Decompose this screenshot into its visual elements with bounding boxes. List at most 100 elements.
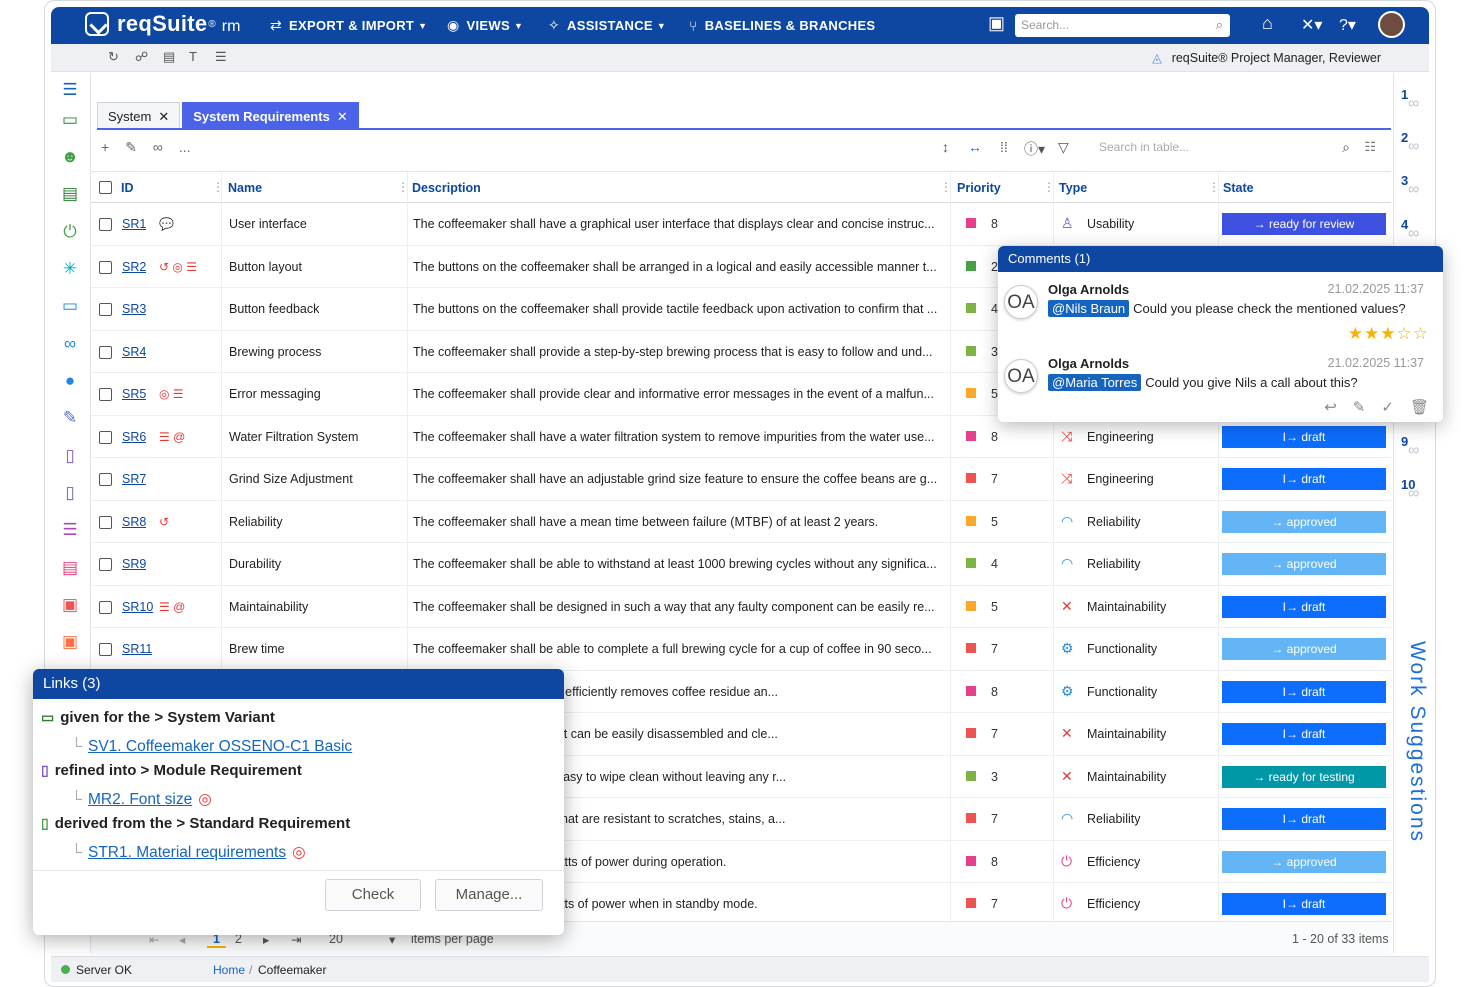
close-icon[interactable]: ✕ bbox=[337, 109, 348, 124]
column-menu-icon[interactable]: ⋮ bbox=[212, 180, 224, 194]
requirement-id-link[interactable]: SR1 bbox=[122, 217, 146, 231]
row-checkbox[interactable] bbox=[99, 430, 112, 444]
reply-icon[interactable]: ↩ bbox=[1324, 398, 1337, 416]
tab-system[interactable]: System ✕ bbox=[97, 102, 181, 129]
home-icon[interactable]: ⌂ bbox=[1262, 13, 1273, 34]
edit-icon[interactable]: ✎ bbox=[1353, 398, 1366, 416]
chat-icon[interactable]: ● bbox=[59, 370, 81, 392]
vertical-resize-icon[interactable]: ↕ bbox=[942, 139, 949, 155]
search-document-icon[interactable]: ▣ bbox=[59, 594, 81, 616]
mention-tag[interactable]: @Maria Torres bbox=[1048, 374, 1142, 391]
add-icon[interactable]: + bbox=[101, 139, 109, 156]
table-row[interactable]: SR11 Brew time The coffeemaker shall be ab… bbox=[91, 628, 1391, 671]
text-icon[interactable]: T bbox=[189, 49, 197, 64]
row-checkbox[interactable] bbox=[99, 473, 112, 486]
linked-item[interactable]: └ SV1. Coffeemaker OSSENO-C1 Basic bbox=[71, 738, 352, 756]
requirement-id-link[interactable]: SR7 bbox=[122, 472, 146, 486]
linked-item[interactable]: └ STR1. Material requirements ◎ bbox=[71, 843, 306, 862]
state-badge[interactable]: → approved bbox=[1222, 850, 1386, 873]
table-row[interactable]: SR8 ↺ Reliability The coffeemaker shall hav… bbox=[91, 501, 1391, 543]
state-badge[interactable]: → ready for testing bbox=[1222, 765, 1386, 788]
check-button[interactable]: Check bbox=[325, 879, 421, 911]
row-checkbox[interactable] bbox=[99, 515, 112, 529]
state-badge[interactable]: I→ draft bbox=[1222, 468, 1386, 490]
row-status-icons[interactable]: ↺ bbox=[159, 515, 169, 529]
database-icon[interactable]: ☰ bbox=[215, 49, 227, 65]
requirement-id-link[interactable]: SR4 bbox=[122, 345, 146, 359]
briefcase-icon[interactable]: ▣ bbox=[988, 13, 1005, 34]
columns-icon[interactable]: ⁞⁞ bbox=[1000, 139, 1008, 155]
file-shield-icon[interactable]: ▯ bbox=[59, 482, 81, 504]
linked-item-label[interactable]: SV1. Coffeemaker OSSENO-C1 Basic bbox=[88, 738, 352, 755]
row-status-icons[interactable]: ↺ ◎ ☰ bbox=[159, 260, 197, 274]
row-status-icons[interactable]: ☰ @ bbox=[159, 430, 185, 444]
row-checkbox[interactable] bbox=[99, 643, 112, 656]
state-badge[interactable]: I→ draft bbox=[1222, 893, 1386, 915]
row-checkbox[interactable] bbox=[99, 260, 112, 274]
checklist-icon[interactable]: ☰ bbox=[59, 519, 81, 541]
table-row[interactable]: SR9 Durability The coffeemaker shall be ab… bbox=[91, 543, 1391, 586]
brand-logo-area[interactable]: reqSuite ® rm bbox=[85, 11, 240, 37]
state-badge[interactable]: → ready for review bbox=[1222, 213, 1386, 235]
help-icon[interactable]: ?▾ bbox=[1339, 15, 1356, 35]
linked-item[interactable]: └ MR2. Font size ◎ bbox=[71, 790, 212, 809]
more-actions-button[interactable]: ... bbox=[179, 139, 191, 156]
state-badge[interactable]: → approved bbox=[1222, 510, 1386, 533]
settings-sliders-icon[interactable]: ☷ bbox=[1364, 139, 1376, 155]
requirement-id-link[interactable]: SR2 bbox=[122, 260, 146, 274]
table-search-input[interactable]: Search in table... ⌕ ☷ bbox=[1095, 136, 1380, 160]
manage-button[interactable]: Manage... bbox=[435, 879, 543, 911]
column-header-id[interactable]: ID bbox=[121, 181, 134, 195]
users-icon[interactable]: ☻ bbox=[59, 146, 81, 168]
row-status-icons[interactable]: ☰ @ bbox=[159, 600, 185, 614]
requirement-id-link[interactable]: SR10 bbox=[122, 600, 153, 614]
requirement-id-link[interactable]: SR6 bbox=[122, 430, 146, 444]
tab-system-requirements[interactable]: System Requirements ✕ bbox=[182, 102, 359, 129]
clear-filter-icon[interactable]: ▽ bbox=[1058, 139, 1069, 156]
state-badge[interactable]: I→ draft bbox=[1222, 425, 1386, 448]
rating-stars[interactable]: ★★★☆☆ bbox=[1348, 324, 1429, 344]
power-icon[interactable]: ⏻ bbox=[59, 221, 81, 243]
requirement-id-link[interactable]: SR8 bbox=[122, 515, 146, 529]
row-status-icons[interactable]: 💬 bbox=[159, 217, 174, 231]
state-badge[interactable]: → approved bbox=[1222, 553, 1386, 575]
search-icon[interactable]: ⌕ bbox=[1216, 17, 1223, 33]
edit-icon[interactable]: ✎ bbox=[125, 139, 137, 156]
row-checkbox[interactable] bbox=[99, 218, 112, 231]
link-icon[interactable]: ∞ bbox=[153, 139, 163, 156]
state-badge[interactable]: → approved bbox=[1222, 638, 1386, 660]
close-icon[interactable]: ✕ bbox=[158, 109, 169, 124]
table-row[interactable]: SR10 ☰ @ Maintainability The coffeemaker sh… bbox=[91, 586, 1391, 628]
requirement-id-link[interactable]: SR9 bbox=[122, 557, 146, 571]
row-checkbox[interactable] bbox=[99, 345, 112, 359]
row-checkbox[interactable] bbox=[99, 600, 112, 614]
link-chain-icon[interactable]: ∞ bbox=[59, 333, 81, 355]
linked-item-label[interactable]: STR1. Material requirements bbox=[88, 844, 286, 861]
state-badge[interactable]: I→ draft bbox=[1222, 723, 1386, 745]
tools-menu-icon[interactable]: ✕▾ bbox=[1301, 15, 1322, 35]
hierarchy-icon[interactable]: ☍ bbox=[135, 49, 148, 65]
nav-assistance[interactable]: ✧ ASSISTANCE ▼ bbox=[548, 7, 666, 44]
nav-baselines-branches[interactable]: ⑂ BASELINES & BRANCHES bbox=[689, 7, 875, 44]
info-dropdown-icon[interactable]: ⓘ▾ bbox=[1024, 139, 1045, 159]
clipboard-icon[interactable]: ▤ bbox=[59, 557, 81, 579]
column-header-type[interactable]: Type bbox=[1059, 181, 1087, 195]
state-badge[interactable]: I→ draft bbox=[1222, 680, 1386, 703]
linked-item-label[interactable]: MR2. Font size bbox=[88, 791, 192, 808]
requirement-id-link[interactable]: SR5 bbox=[122, 387, 146, 401]
row-checkbox[interactable] bbox=[99, 388, 112, 401]
mention-tag[interactable]: @Nils Braun bbox=[1048, 300, 1130, 317]
nav-views[interactable]: ◉ VIEWS ▼ bbox=[447, 7, 523, 44]
column-header-priority[interactable]: Priority bbox=[957, 181, 1001, 195]
inbox-icon[interactable]: ▭ bbox=[59, 109, 81, 131]
document-icon[interactable]: ▤ bbox=[163, 49, 175, 65]
refresh-icon[interactable]: ↻ bbox=[108, 49, 119, 65]
table-row[interactable]: SR1 💬 User interface The coffeemaker shall … bbox=[91, 203, 1391, 246]
state-badge[interactable]: I→ draft bbox=[1222, 808, 1386, 830]
table-row[interactable]: SR7 Grind Size Adjustment The coffeemaker … bbox=[91, 458, 1391, 501]
monitor-icon[interactable]: ▭ bbox=[59, 295, 81, 317]
row-checkbox[interactable] bbox=[99, 303, 112, 316]
row-status-icons[interactable]: ◎ ☰ bbox=[159, 387, 184, 401]
state-badge[interactable]: I→ draft bbox=[1222, 595, 1386, 618]
global-search-input[interactable]: Search... ⌕ bbox=[1015, 14, 1230, 37]
